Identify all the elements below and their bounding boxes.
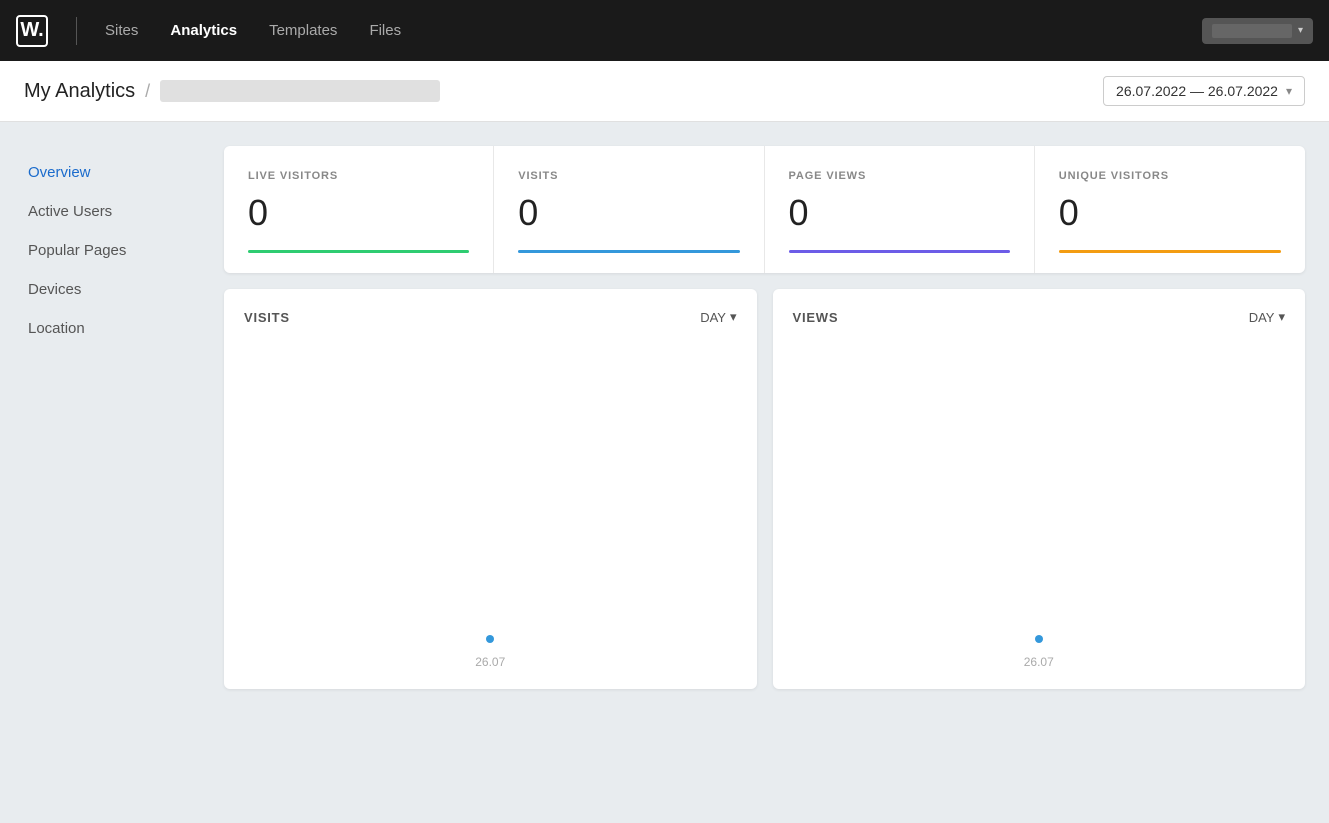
charts-row: VISITS DAY ▾ 26.07 VIEWS DAY ▾	[224, 289, 1305, 689]
top-navigation: W. Sites Analytics Templates Files ▾	[0, 0, 1329, 61]
visits-chart-dot	[486, 635, 494, 643]
stat-label-1: VISITS	[518, 170, 739, 182]
stat-card-page-views: PAGE VIEWS 0	[765, 146, 1035, 273]
date-range-chevron: ▾	[1286, 84, 1292, 98]
nav-sites[interactable]: Sites	[93, 14, 150, 47]
stat-value-1: 0	[518, 192, 739, 234]
views-chart-header: VIEWS DAY ▾	[793, 309, 1286, 325]
stat-label-0: LIVE VISITORS	[248, 170, 469, 182]
user-dropdown-placeholder	[1212, 24, 1292, 38]
visits-chart-area: 26.07	[244, 333, 737, 673]
views-chart-card: VIEWS DAY ▾ 26.07	[773, 289, 1306, 689]
stat-card-live-visitors: LIVE VISITORS 0	[224, 146, 494, 273]
stat-label-2: PAGE VIEWS	[789, 170, 1010, 182]
stat-card-unique-visitors: UNIQUE VISITORS 0	[1035, 146, 1305, 273]
stat-card-visits: VISITS 0	[494, 146, 764, 273]
stat-value-0: 0	[248, 192, 469, 234]
visits-x-label: 26.07	[475, 655, 505, 669]
content-area: LIVE VISITORS 0 VISITS 0 PAGE VIEWS 0 UN…	[224, 146, 1305, 799]
nav-files[interactable]: Files	[357, 14, 413, 47]
sidebar-item-devices[interactable]: Devices	[24, 271, 224, 308]
nav-analytics[interactable]: Analytics	[158, 14, 249, 47]
stat-line-3	[1059, 250, 1281, 253]
views-period-select[interactable]: DAY ▾	[1249, 309, 1285, 325]
header-bar: My Analytics / 26.07.2022 — 26.07.2022 ▾	[0, 61, 1329, 122]
user-dropdown-chevron: ▾	[1298, 25, 1303, 36]
visits-period-label: DAY	[700, 310, 726, 325]
visits-chart-header: VISITS DAY ▾	[244, 309, 737, 325]
nav-divider	[76, 17, 77, 45]
main-content: Overview Active Users Popular Pages Devi…	[0, 122, 1329, 823]
sidebar: Overview Active Users Popular Pages Devi…	[24, 146, 224, 799]
views-chart-title: VIEWS	[793, 310, 839, 325]
sidebar-item-popular-pages[interactable]: Popular Pages	[24, 232, 224, 269]
views-period-label: DAY	[1249, 310, 1275, 325]
date-range-value: 26.07.2022 — 26.07.2022	[1116, 83, 1278, 99]
stat-line-2	[789, 250, 1010, 253]
nav-templates[interactable]: Templates	[257, 14, 349, 47]
sidebar-item-active-users[interactable]: Active Users	[24, 193, 224, 230]
breadcrumb: My Analytics /	[24, 80, 1103, 103]
stat-line-1	[518, 250, 739, 253]
views-chart-dot	[1035, 635, 1043, 643]
visits-period-select[interactable]: DAY ▾	[700, 309, 736, 325]
views-period-chevron: ▾	[1278, 309, 1285, 325]
visits-chart-title: VISITS	[244, 310, 290, 325]
stats-row: LIVE VISITORS 0 VISITS 0 PAGE VIEWS 0 UN…	[224, 146, 1305, 273]
page-title: My Analytics	[24, 80, 135, 103]
sidebar-item-overview[interactable]: Overview	[24, 154, 224, 191]
views-x-label: 26.07	[1024, 655, 1054, 669]
logo: W.	[16, 15, 48, 47]
views-chart-area: 26.07	[793, 333, 1286, 673]
user-dropdown[interactable]: ▾	[1202, 18, 1313, 44]
breadcrumb-separator: /	[145, 81, 150, 102]
visits-period-chevron: ▾	[730, 309, 737, 325]
stat-value-2: 0	[789, 192, 1010, 234]
site-url	[160, 80, 440, 102]
date-range-picker[interactable]: 26.07.2022 — 26.07.2022 ▾	[1103, 76, 1305, 106]
visits-chart-card: VISITS DAY ▾ 26.07	[224, 289, 757, 689]
stat-line-0	[248, 250, 469, 253]
stat-label-3: UNIQUE VISITORS	[1059, 170, 1281, 182]
sidebar-item-location[interactable]: Location	[24, 310, 224, 347]
stat-value-3: 0	[1059, 192, 1281, 234]
